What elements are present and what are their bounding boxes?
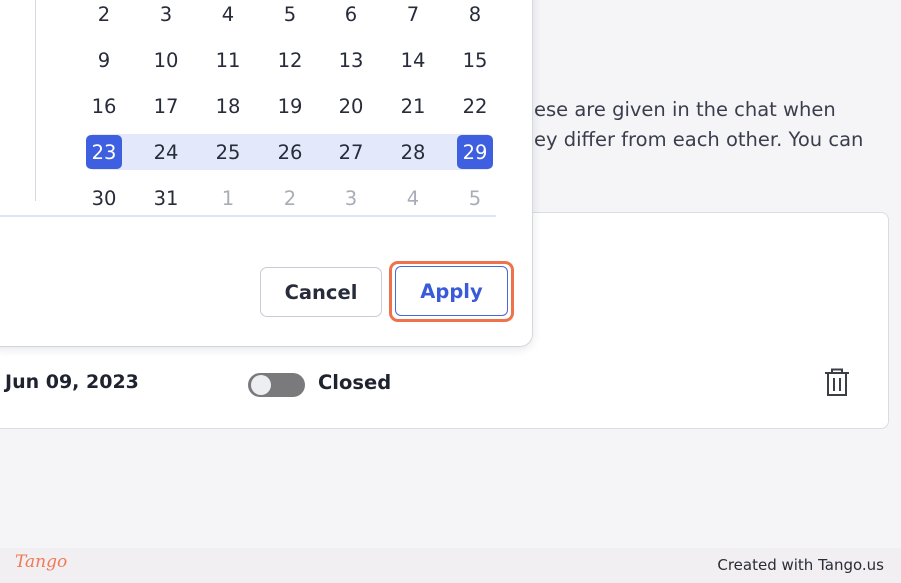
calendar-day[interactable]: 20 [333,89,369,123]
apply-button[interactable]: Apply [395,266,508,316]
calendar-day[interactable]: 13 [333,43,369,77]
calendar-day-selected[interactable]: 29 [457,135,493,169]
calendar-day[interactable]: 19 [272,89,308,123]
calendar-day[interactable]: 6 [333,0,369,31]
description-line: ey differ from each other. You can [534,128,864,151]
calendar-day[interactable]: 28 [395,135,431,169]
calendar-day[interactable]: 11 [210,43,246,77]
calendar-day[interactable]: 4 [395,181,431,215]
date-value[interactable]: Jun 09, 2023 [5,371,139,393]
calendar-divider [35,0,36,201]
calendar-day[interactable]: 8 [457,0,493,31]
calendar-day[interactable]: 31 [148,181,184,215]
calendar-day-selected[interactable]: 23 [86,135,122,169]
description-text: ese are given in the chat when ey differ… [534,95,894,155]
calendar-day[interactable]: 27 [333,135,369,169]
calendar-day[interactable]: 5 [272,0,308,31]
calendar-day[interactable]: 2 [272,181,308,215]
footer: Tango Created with Tango.us [0,548,901,583]
calendar-day[interactable]: 24 [148,135,184,169]
delete-button[interactable] [822,366,852,398]
calendar-day[interactable]: 1 [210,181,246,215]
calendar-day[interactable]: 12 [272,43,308,77]
calendar-divider [0,215,496,217]
calendar-day[interactable]: 9 [86,43,122,77]
calendar-day[interactable]: 14 [395,43,431,77]
calendar-day[interactable]: 25 [210,135,246,169]
calendar-day[interactable]: 7 [395,0,431,31]
calendar-day[interactable]: 2 [86,0,122,31]
calendar-day[interactable]: 3 [148,0,184,31]
calendar-day[interactable]: 16 [86,89,122,123]
calendar-day[interactable]: 3 [333,181,369,215]
calendar-day[interactable]: 17 [148,89,184,123]
calendar-day[interactable]: 4 [210,0,246,31]
cancel-button[interactable]: Cancel [260,267,382,317]
calendar-day[interactable]: 30 [86,181,122,215]
tango-logo: Tango [15,552,68,572]
calendar-day[interactable]: 5 [457,181,493,215]
open-closed-toggle[interactable] [248,373,305,397]
calendar-day[interactable]: 15 [457,43,493,77]
main-area: ese are given in the chat when ey differ… [0,0,901,548]
toggle-knob [251,375,271,395]
description-line: ese are given in the chat when [534,98,836,121]
calendar-day[interactable]: 26 [272,135,308,169]
trash-icon [825,368,849,396]
calendar-day[interactable]: 10 [148,43,184,77]
calendar-day[interactable]: 21 [395,89,431,123]
calendar-day[interactable]: 22 [457,89,493,123]
calendar-day[interactable]: 18 [210,89,246,123]
footer-credit: Created with Tango.us [717,556,884,574]
toggle-label: Closed [318,371,392,394]
